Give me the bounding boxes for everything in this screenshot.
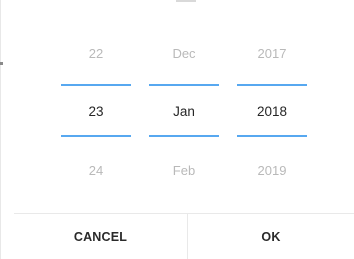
year-selected-value[interactable]: 2018: [237, 104, 307, 120]
day-selection-divider-top: [61, 84, 131, 86]
year-selection-divider-top: [237, 84, 307, 86]
date-picker: 22 23 24 Dec Jan Feb 2017 2018 2019: [14, 8, 354, 213]
cancel-button[interactable]: CANCEL: [14, 214, 187, 259]
background-mark: [0, 62, 3, 65]
year-selection-divider-bottom: [237, 135, 307, 137]
day-picker-column[interactable]: 22 23 24: [61, 8, 131, 213]
day-selection-divider-bottom: [61, 135, 131, 137]
month-selection-divider-top: [149, 84, 219, 86]
background-edge: [176, 0, 196, 2]
date-picker-dialog: 22 23 24 Dec Jan Feb 2017 2018 2019 CANC…: [14, 8, 354, 259]
year-previous-option[interactable]: 2017: [237, 46, 307, 62]
ok-button[interactable]: OK: [188, 214, 354, 259]
month-selected-value[interactable]: Jan: [149, 104, 219, 120]
screen: 22 23 24 Dec Jan Feb 2017 2018 2019 CANC…: [0, 0, 354, 259]
background-edge: [0, 0, 1, 259]
year-picker-column[interactable]: 2017 2018 2019: [237, 8, 307, 213]
year-next-option[interactable]: 2019: [237, 163, 307, 179]
month-next-option[interactable]: Feb: [149, 163, 219, 179]
day-previous-option[interactable]: 22: [61, 46, 131, 62]
month-selection-divider-bottom: [149, 135, 219, 137]
month-previous-option[interactable]: Dec: [149, 46, 219, 62]
day-selected-value[interactable]: 23: [61, 104, 131, 120]
day-next-option[interactable]: 24: [61, 163, 131, 179]
dialog-button-bar: CANCEL OK: [14, 213, 354, 259]
month-picker-column[interactable]: Dec Jan Feb: [149, 8, 219, 213]
